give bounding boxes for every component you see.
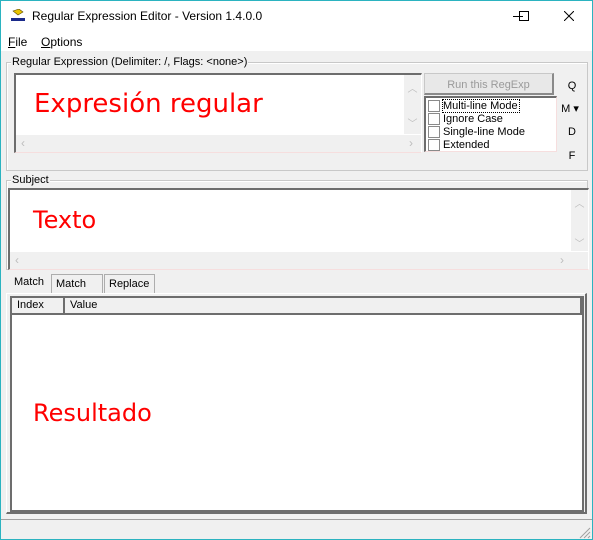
menu-options-label: ptions [50, 35, 83, 49]
tab-replace[interactable]: Replace [104, 274, 155, 293]
flags-button[interactable]: F [562, 150, 582, 162]
option-label: Single-line Mode [443, 125, 525, 138]
subject-input-text: Texto [33, 206, 97, 234]
regex-input-text: Expresión regular [34, 89, 263, 119]
scroll-down-icon: ﹀ [574, 239, 585, 250]
scroll-up-icon: ︿ [407, 84, 418, 95]
menu-bar: File Options [1, 31, 592, 51]
option-label: Ignore Case [443, 112, 503, 125]
subject-hscrollbar[interactable]: ‹ › [10, 252, 588, 269]
option-label: Multi-line Mode [442, 98, 520, 113]
mode-dropdown-button[interactable]: M ▾ [560, 102, 580, 115]
maximize-button[interactable] [501, 1, 547, 31]
results-list[interactable]: Index Value Resultado [10, 296, 584, 512]
subject-group-label: Subject [11, 174, 50, 186]
menu-file[interactable]: File [8, 35, 27, 49]
results-overlay-text: Resultado [33, 399, 152, 427]
menu-file-label: ile [15, 35, 28, 49]
close-button[interactable] [546, 1, 592, 31]
regex-hscrollbar[interactable]: ‹ › [16, 135, 421, 152]
scroll-down-icon: ﹀ [407, 119, 418, 130]
status-bar [1, 519, 592, 540]
menu-options[interactable]: Options [41, 35, 82, 49]
scroll-right-icon: › [560, 253, 564, 267]
option-multi-line[interactable]: Multi-line Mode [428, 98, 520, 113]
scroll-left-icon: ‹ [15, 253, 19, 267]
column-header-value[interactable]: Value [65, 298, 582, 313]
regex-group-label: Regular Expression (Delimiter: /, Flags:… [11, 56, 249, 68]
window-title: Regular Expression Editor - Version 1.4.… [32, 9, 263, 23]
option-ignore-case[interactable]: Ignore Case [428, 112, 503, 125]
resize-grip-icon[interactable] [577, 525, 591, 539]
regex-vscrollbar[interactable]: ︿ ﹀ [404, 75, 421, 134]
regex-options-list: Multi-line Mode Ignore Case Single-line … [424, 96, 557, 152]
checkbox[interactable] [428, 112, 440, 125]
app-window: Regular Expression Editor - Version 1.4.… [0, 0, 593, 540]
column-header-index[interactable]: Index [12, 298, 65, 313]
subject-input[interactable]: Texto ︿ ﹀ ‹ › [8, 188, 589, 270]
scroll-left-icon: ‹ [21, 136, 25, 150]
scroll-right-icon: › [409, 136, 413, 150]
option-extended[interactable]: Extended [428, 138, 489, 151]
close-icon [564, 11, 574, 21]
run-regexp-button[interactable]: Run this RegExp [424, 73, 554, 95]
app-icon [11, 9, 25, 21]
option-label: Extended [443, 138, 490, 151]
maximize-icon [519, 11, 529, 21]
scroll-up-icon: ︿ [574, 199, 585, 210]
delimiter-button[interactable]: D [562, 126, 582, 138]
tab-match-all[interactable]: Match All [51, 274, 103, 309]
title-bar: Regular Expression Editor - Version 1.4.… [1, 1, 592, 31]
results-header: Index Value [12, 298, 582, 315]
subject-vscrollbar[interactable]: ︿ ﹀ [571, 190, 588, 251]
menu-options-accel: O [41, 35, 51, 49]
checkbox[interactable] [428, 138, 440, 151]
regex-input[interactable]: Expresión regular ︿ ﹀ ‹ › [14, 73, 422, 153]
checkbox[interactable] [428, 99, 440, 112]
checkbox[interactable] [428, 125, 440, 138]
quote-button[interactable]: Q [562, 80, 582, 92]
option-single-line[interactable]: Single-line Mode [428, 125, 525, 138]
tab-match[interactable]: Match [9, 272, 51, 295]
